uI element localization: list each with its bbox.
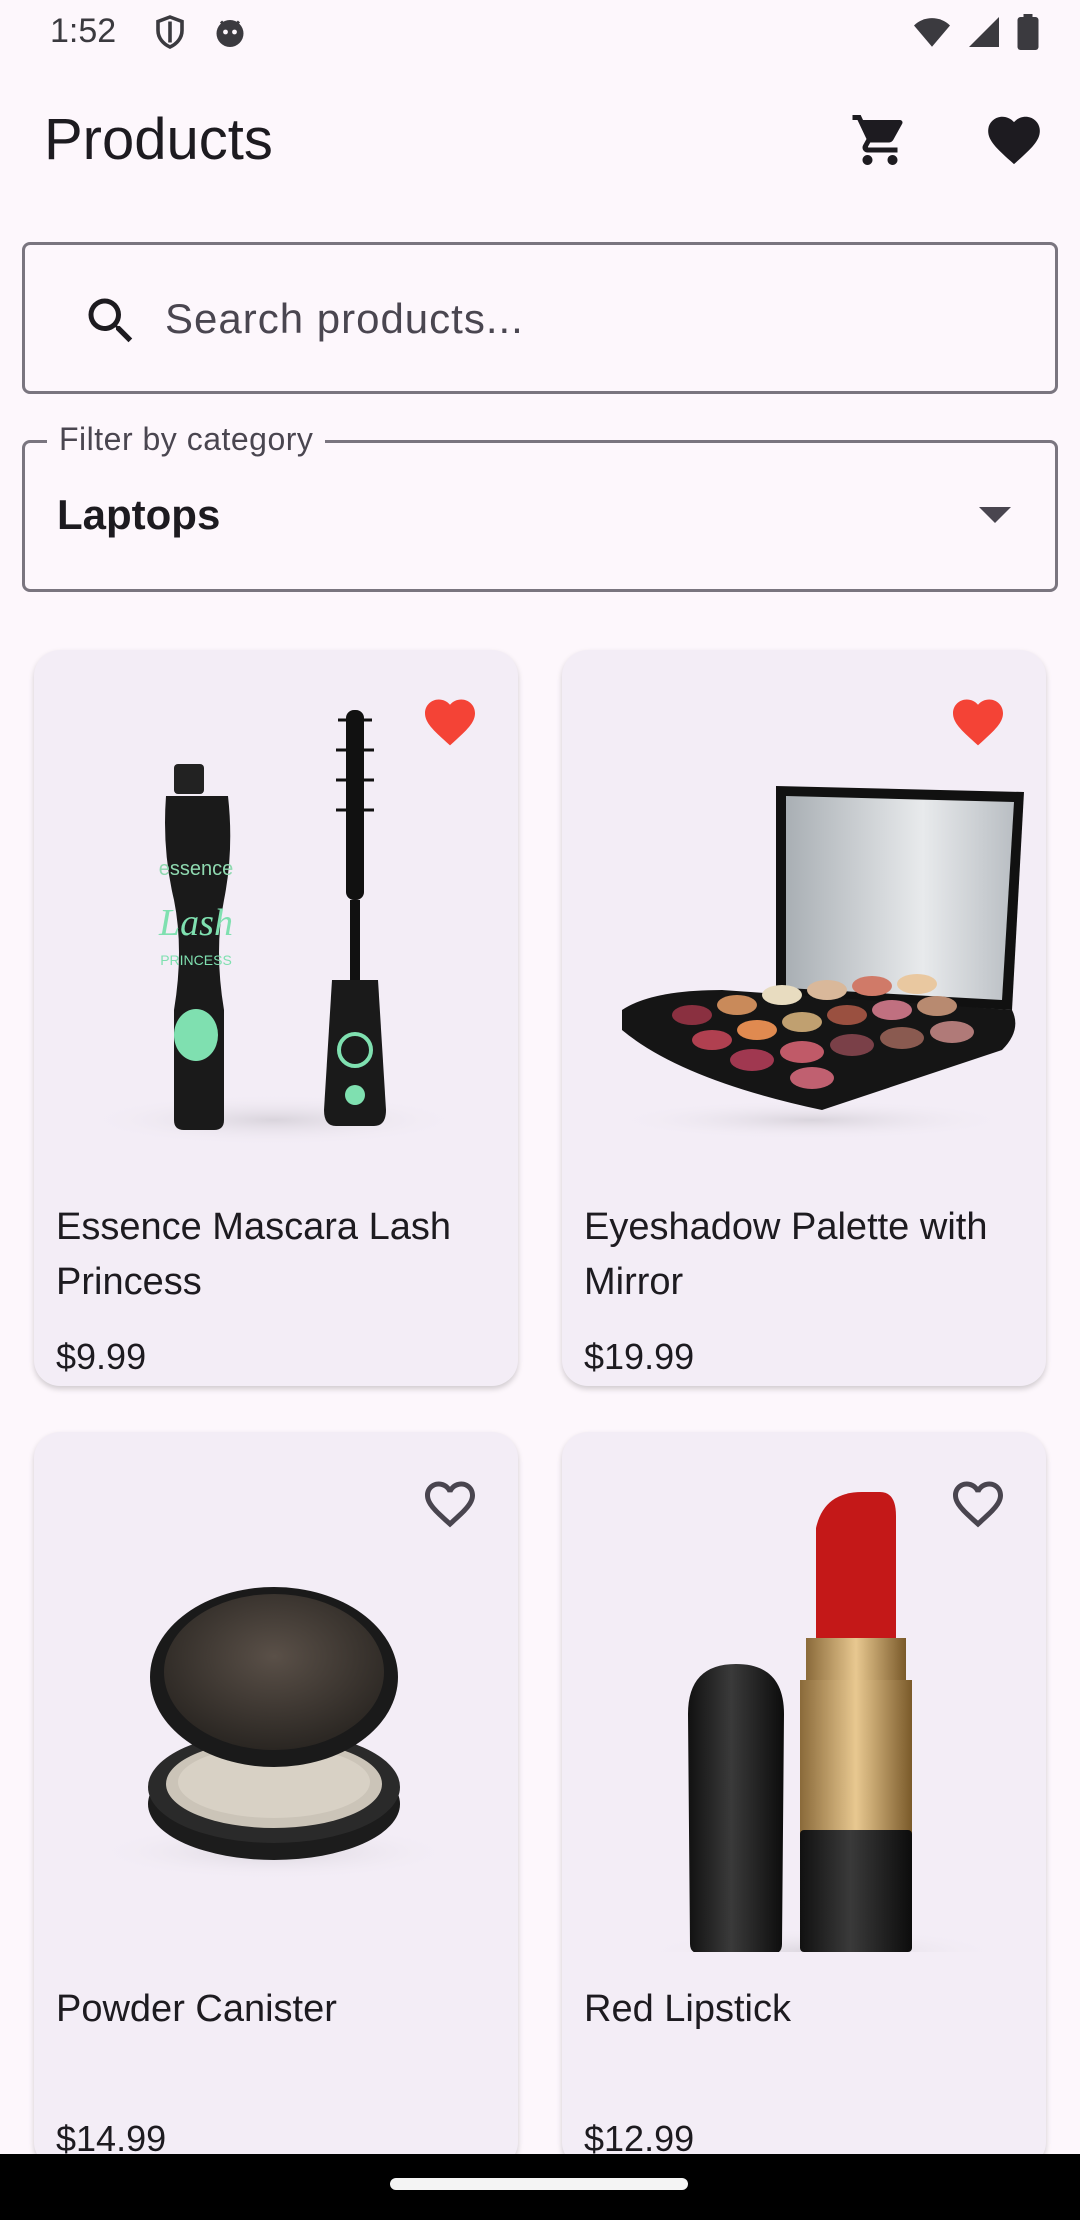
- status-bar: 1:52: [0, 0, 1080, 66]
- search-icon: [81, 291, 141, 351]
- status-time: 1:52: [50, 12, 117, 50]
- svg-text:PRINCESS: PRINCESS: [160, 952, 232, 968]
- product-name: Eyeshadow Palette with Mirror: [584, 1206, 988, 1303]
- product-price: $9.99: [56, 1336, 147, 1377]
- product-card[interactable]: essence Lash PRINCESS Essence Mascara La…: [34, 650, 518, 1386]
- signal-icon: [966, 14, 1002, 55]
- heart-icon: [983, 109, 1045, 176]
- dropdown-arrow-icon: [979, 507, 1011, 523]
- battery-icon: [1016, 14, 1040, 55]
- page-title: Products: [44, 107, 273, 172]
- heart-filled-icon: [420, 692, 480, 757]
- favorite-button[interactable]: [946, 692, 1010, 756]
- shield-icon: [152, 14, 188, 55]
- heart-outline-icon: [948, 1474, 1008, 1539]
- search-input[interactable]: [165, 275, 1025, 363]
- home-gesture-handle[interactable]: [390, 2178, 688, 2190]
- system-navigation-bar: [0, 2154, 1080, 2220]
- favorite-button[interactable]: [946, 1474, 1010, 1538]
- favorite-button[interactable]: [418, 1474, 482, 1538]
- cart-button[interactable]: [844, 106, 916, 178]
- product-card[interactable]: Eyeshadow Palette with Mirror $19.99: [562, 650, 1046, 1386]
- category-selected-value: Laptops: [57, 491, 221, 538]
- status-indicators: [912, 14, 1040, 55]
- favorite-button[interactable]: [418, 692, 482, 756]
- favorites-button[interactable]: [978, 106, 1050, 178]
- cart-icon: [850, 110, 910, 175]
- product-card[interactable]: Powder Canister $14.99: [34, 1432, 518, 2168]
- product-name: Powder Canister: [56, 1988, 337, 2030]
- heart-filled-icon: [948, 692, 1008, 757]
- category-dropdown[interactable]: Filter by category Laptops: [22, 421, 1058, 592]
- product-name: Red Lipstick: [584, 1988, 791, 2030]
- svg-text:Lash: Lash: [158, 902, 233, 944]
- product-card[interactable]: Red Lipstick $12.99: [562, 1432, 1046, 2168]
- product-name: Essence Mascara Lash Princess: [56, 1206, 451, 1303]
- search-field[interactable]: [22, 242, 1058, 394]
- wifi-icon: [912, 14, 952, 55]
- heart-outline-icon: [420, 1474, 480, 1539]
- android-face-icon: [212, 14, 248, 55]
- products-screen: 1:52 Products Search products... Filter …: [0, 0, 1080, 2220]
- svg-text:essence: essence: [159, 858, 234, 880]
- product-price: $19.99: [584, 1336, 695, 1377]
- category-label: Filter by category: [47, 421, 326, 458]
- app-bar: Products: [0, 90, 1080, 196]
